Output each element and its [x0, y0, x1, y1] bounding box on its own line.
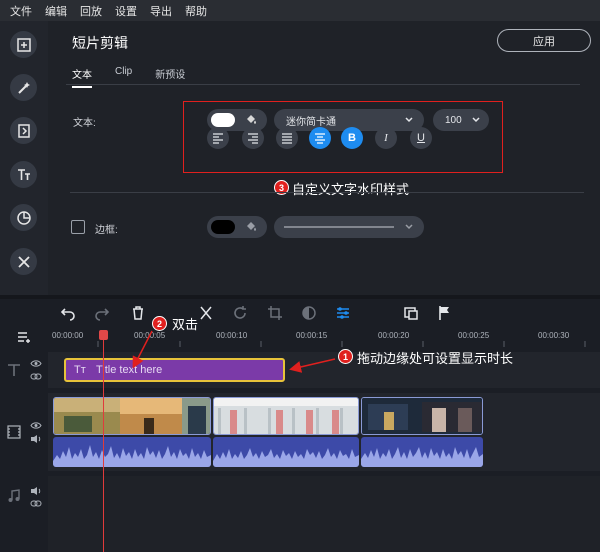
- link-icon[interactable]: [30, 372, 42, 381]
- menu-export[interactable]: 导出: [150, 3, 172, 19]
- titles-icon: [17, 168, 30, 180]
- border-color-picker[interactable]: [207, 216, 267, 238]
- video-clip-2-thumbnails: [214, 398, 358, 434]
- ruler-marks: [97, 341, 586, 347]
- video-clip-1-thumbnails: [54, 398, 210, 434]
- playhead-handle[interactable]: [99, 330, 108, 340]
- color-adjust-icon[interactable]: [301, 305, 317, 321]
- speaker-icon[interactable]: [30, 486, 42, 496]
- text-label: 文本:: [73, 118, 96, 129]
- video-clip-3-thumbnails: [362, 398, 482, 434]
- title-clip-label: Title text here: [96, 364, 163, 376]
- menu-file[interactable]: 文件: [10, 3, 32, 19]
- menu-bar: 文件 编辑 回放 设置 导出 帮助: [0, 0, 600, 21]
- music-track: [48, 476, 600, 552]
- speaker-icon[interactable]: [30, 434, 42, 444]
- title-clip[interactable]: Tт Title text here: [64, 358, 285, 382]
- audio-waveform: [213, 448, 359, 467]
- border-style-select[interactable]: [274, 216, 424, 238]
- ruler-tick: 00:00:25: [458, 331, 490, 340]
- redo-icon[interactable]: [94, 305, 110, 321]
- eye-icon[interactable]: [30, 359, 42, 368]
- cut-icon[interactable]: [198, 305, 214, 321]
- filters-button[interactable]: [10, 74, 37, 101]
- step1-badge: 1: [338, 349, 353, 364]
- import-icon: [16, 37, 31, 52]
- audio-clip-1[interactable]: [53, 437, 211, 467]
- add-track-icon[interactable]: [17, 330, 33, 344]
- timeline-toolbar: [0, 299, 600, 327]
- video-track-icon: [7, 425, 21, 439]
- trash-icon[interactable]: [130, 305, 146, 321]
- ruler-tick: 00:00:00: [52, 331, 84, 340]
- video-clip-1[interactable]: [53, 397, 211, 435]
- music-track-icon: [8, 489, 20, 502]
- video-clip-3[interactable]: [361, 397, 483, 435]
- transitions-button[interactable]: [10, 117, 37, 144]
- line-style-preview: [284, 226, 394, 228]
- marker-flag-icon[interactable]: [437, 305, 453, 321]
- rotate-icon[interactable]: [232, 305, 248, 321]
- stickers-icon: [16, 210, 31, 225]
- step1-caption: 拖动边缘处可设置显示时长: [357, 351, 514, 366]
- import-button[interactable]: [10, 31, 37, 58]
- menu-playback[interactable]: 回放: [80, 3, 102, 19]
- undo-icon[interactable]: [60, 305, 76, 321]
- tab-divider: [66, 84, 580, 85]
- paint-bucket-icon: [247, 222, 256, 231]
- apply-button[interactable]: 应用: [497, 29, 591, 52]
- step2-caption: 双击: [172, 317, 199, 332]
- crop-icon[interactable]: [267, 305, 283, 321]
- annotation-highlight-box: [183, 101, 503, 173]
- step2-badge: 2: [152, 316, 167, 331]
- audio-waveform: [361, 447, 483, 467]
- eye-icon[interactable]: [30, 421, 42, 430]
- menu-settings[interactable]: 设置: [115, 3, 137, 19]
- audio-waveform: [53, 445, 211, 467]
- text-track-icon: [8, 364, 20, 376]
- time-ruler[interactable]: 00:00:00 00:00:05 00:00:10 00:00:15 00:0…: [48, 327, 600, 347]
- ruler-tick: 00:00:15: [296, 331, 328, 340]
- monitor-icon[interactable]: [403, 305, 419, 321]
- border-color-swatch: [211, 220, 235, 234]
- ruler-tick: 00:00:10: [216, 331, 248, 340]
- video-clip-2[interactable]: [213, 397, 359, 435]
- playhead-line: [103, 334, 104, 552]
- stickers-button[interactable]: [10, 204, 37, 231]
- transition-icon: [17, 123, 30, 138]
- panel-title: 短片剪辑: [72, 35, 128, 51]
- tools-button[interactable]: [10, 248, 37, 275]
- audio-clip-2[interactable]: [213, 437, 359, 467]
- link-icon[interactable]: [30, 499, 42, 508]
- chevron-down-icon: [405, 224, 413, 230]
- tools-icon: [17, 255, 30, 268]
- audio-clip-3[interactable]: [361, 437, 483, 467]
- section-divider: [70, 192, 584, 193]
- video-editor-window: 文件 编辑 回放 设置 导出 帮助 短片剪辑 应用 文本 Clip 新预设 文本…: [0, 0, 600, 552]
- ruler-tick: 00:00:30: [538, 331, 570, 340]
- step3-caption: 自定义文字水印样式: [292, 182, 410, 197]
- tool-rail: [0, 21, 48, 295]
- clip-properties-icon[interactable]: [335, 305, 351, 321]
- ruler-tick: 00:00:20: [378, 331, 410, 340]
- border-checkbox[interactable]: [71, 220, 85, 234]
- title-clip-icon: Tт: [74, 364, 86, 376]
- menu-help[interactable]: 帮助: [185, 3, 207, 19]
- border-label: 边框:: [95, 225, 118, 236]
- ruler-tick: 00:00:05: [134, 331, 166, 340]
- titles-button[interactable]: [10, 161, 37, 188]
- magic-wand-icon: [17, 81, 30, 94]
- menu-edit[interactable]: 编辑: [45, 3, 67, 19]
